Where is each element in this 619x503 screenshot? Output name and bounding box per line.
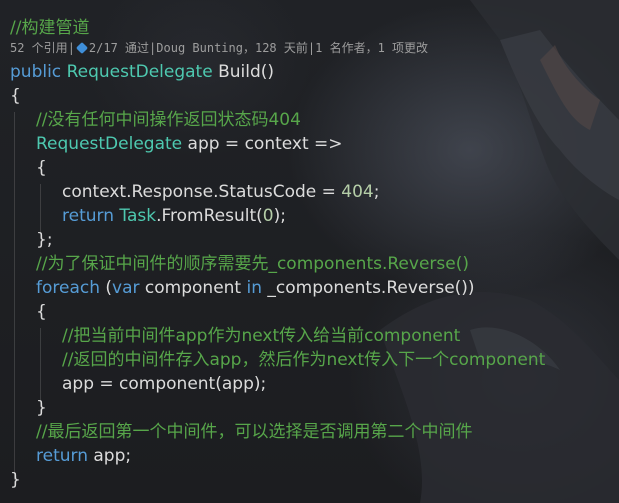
foreach-line: foreach (var component in _components.Re… xyxy=(10,276,475,300)
from-result-call: .FromResult( xyxy=(156,206,263,226)
comment-reverse: //为了保证中间件的顺序需要先_components.Reverse() xyxy=(36,254,469,274)
codelens-references[interactable]: 52 个引用 xyxy=(10,41,68,55)
status-code-assignment: context.Response.StatusCode = xyxy=(62,182,342,202)
semicolon: ; xyxy=(373,182,380,202)
keyword-public: public xyxy=(10,62,62,82)
from-result-end: ); xyxy=(273,206,286,226)
comment-return-first: //最后返回第一个中间件，可以选择是否调用第二个中间件 xyxy=(36,422,473,442)
keyword-foreach: foreach xyxy=(36,278,100,298)
comment-build-pipeline: //构建管道 xyxy=(10,18,90,38)
number-zero: 0 xyxy=(262,206,274,226)
close-brace: } xyxy=(10,470,21,490)
number-404: 404 xyxy=(341,182,374,202)
codelens-changes[interactable]: 1 名作者，1 项更改 xyxy=(315,41,428,55)
return-app-line: return app; xyxy=(10,444,131,468)
paren-open: ( xyxy=(100,278,113,298)
open-brace: { xyxy=(36,302,47,322)
comment-current-component: //把当前中间件app作为next传入给当前component xyxy=(62,326,461,346)
method-name-build: Build() xyxy=(212,62,275,82)
status-code-line: context.Response.StatusCode = 404; xyxy=(10,180,379,204)
component-variable: component xyxy=(139,278,247,298)
codelens-separator: | xyxy=(67,41,75,55)
codelens-author[interactable]: Doug Bunting，128 天前 xyxy=(156,41,308,55)
keyword-in: in xyxy=(246,278,263,298)
open-brace: { xyxy=(10,86,21,106)
test-passed-icon xyxy=(75,41,88,55)
app-declaration: RequestDelegate app = context => xyxy=(10,132,343,156)
codelens-tests[interactable]: 2/17 通过 xyxy=(89,41,149,55)
close-brace: }; xyxy=(36,230,53,250)
code-editor[interactable]: //构建管道 52 个引用| 2/17 通过|Doug Bunting，128 天… xyxy=(0,0,619,503)
close-brace: } xyxy=(36,398,47,418)
app-lambda: app = context => xyxy=(182,134,343,154)
components-reverse: _components.Reverse()) xyxy=(262,278,475,298)
return-app-value: app; xyxy=(87,446,132,466)
keyword-return: return xyxy=(36,446,88,466)
comment-404: //没有任何中间操作返回状态码404 xyxy=(36,110,301,130)
keyword-var: var xyxy=(112,278,140,298)
type-task: Task xyxy=(119,206,157,226)
keyword-return: return xyxy=(62,206,114,226)
app-assignment: app = component(app); xyxy=(62,374,267,394)
comment-next-component: //返回的中间件存入app，然后作为next传入下一个component xyxy=(62,350,546,370)
type-request-delegate: RequestDelegate xyxy=(66,62,213,82)
type-request-delegate: RequestDelegate xyxy=(36,134,183,154)
open-brace: { xyxy=(36,158,47,178)
codelens-bar: 52 个引用| 2/17 通过|Doug Bunting，128 天前|1 名作者… xyxy=(10,38,428,58)
return-task-line: return Task.FromResult(0); xyxy=(10,204,286,228)
method-signature: public RequestDelegate Build() xyxy=(10,60,274,84)
